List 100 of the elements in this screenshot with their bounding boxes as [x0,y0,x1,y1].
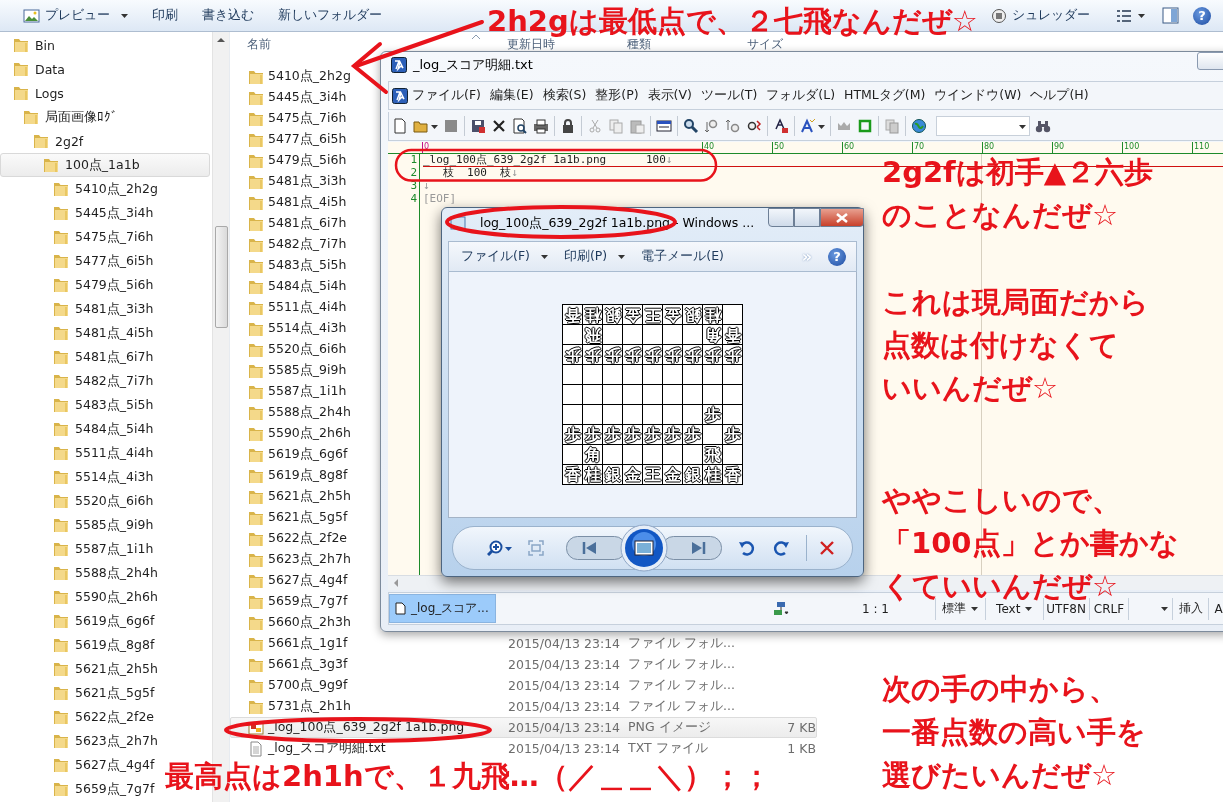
binoculars-icon[interactable] [1035,118,1051,134]
print-preview-icon[interactable] [512,118,528,134]
printer-icon[interactable] [533,118,549,134]
tree-item[interactable]: 5481点_6i7h [0,345,161,369]
maximize-button[interactable] [794,208,821,227]
menu-item[interactable]: 印刷(P) [557,248,632,265]
find-up-icon[interactable] [725,118,741,134]
tree-item[interactable]: 5587点_1i1h [0,537,161,561]
file-row[interactable]: 5700点_9g9f 2015/04/13 23:14 ファイル フォル... [230,675,817,696]
column-header[interactable]: 種類 [627,37,747,51]
lock-icon[interactable] [560,118,576,134]
tree-item[interactable]: 5481点_3i3h [0,297,161,321]
toolbar-button[interactable]: 書き込む [193,4,263,27]
globe-icon[interactable] [911,118,927,134]
tree-item[interactable]: 5410点_2h2g [0,177,165,201]
text-color-icon[interactable] [773,118,789,134]
file-row[interactable]: 5481点_3i3h [230,171,378,192]
file-row[interactable]: 5619点_6g6f [230,444,378,465]
file-row[interactable]: 5619点_8g8f [230,465,378,486]
menu-item[interactable]: ウインドウ(W) [930,87,1027,104]
tree-item[interactable]: 5511点_4i4h [0,441,161,465]
file-row[interactable]: 5520点_6i6h [230,339,378,360]
tree-item[interactable]: 5445点_3i4h [0,201,161,225]
toolbar-button[interactable]: 印刷 [143,4,187,27]
column-header[interactable]: 更新日時 [507,37,627,51]
delete-icon[interactable] [819,540,835,556]
file-row[interactable]: 5731点_2h1h 2015/04/13 23:14 ファイル フォル... [230,696,817,717]
menu-item[interactable]: 表示(V) [643,87,697,104]
app-icon[interactable] [392,87,408,104]
tree-item[interactable]: 5590点_2h6h [0,585,165,609]
file-row[interactable]: 5482点_7i7h [230,234,378,255]
tree-item[interactable]: 5475点_7i6h [0,225,161,249]
file-row[interactable]: 5660点_2h3h [230,612,378,633]
menu-item[interactable]: 検索(S) [538,87,592,104]
file-row[interactable]: 5481点_6i7h [230,213,378,234]
menu-item[interactable]: 整形(P) [591,87,644,104]
tree-item[interactable]: 5627点_4g4f [0,753,162,777]
file-row[interactable]: 5587点_1i1h [230,381,378,402]
file-row[interactable]: 5511点_4i4h [230,297,378,318]
column-header[interactable]: 名前 [230,37,507,51]
toolbar-button[interactable]: プレビュー [14,4,137,27]
close-button[interactable] [820,208,865,227]
clipboard-icon[interactable] [629,118,645,134]
tree-item[interactable]: 2g2f [0,129,91,153]
file-row[interactable]: 5483点_5i5h [230,255,378,276]
tree-item[interactable]: 5621点_5g5f [0,681,162,705]
tree-item[interactable]: 5621点_2h5h [0,657,165,681]
file-row[interactable]: 5514点_4i3h [230,318,378,339]
help-button[interactable]: ? [828,247,846,266]
caret-icon[interactable] [818,122,825,130]
file-row[interactable]: 5661点_1g1f 2015/04/13 23:14 ファイル フォル... [230,633,817,654]
outlined-square-icon[interactable] [857,118,873,134]
status-field[interactable]: 挿入 [1172,597,1209,620]
tree-item[interactable]: 5481点_4i5h [0,321,161,345]
file-row[interactable]: 5410点_2h2g [230,66,378,87]
network-icon[interactable] [771,600,790,617]
file-row[interactable]: 5479点_5i6h [230,150,378,171]
toolbar-button[interactable]: 新しいフォルダー [269,4,391,27]
file-row[interactable]: 5588点_2h4h [230,402,378,423]
file-row[interactable]: 5627点_4g4f [230,570,378,591]
tree-item[interactable]: 5477点_6i5h [0,249,161,273]
tree-item[interactable]: 5622点_2f2e [0,705,162,729]
tree-item[interactable]: 5619点_8g8f [0,633,162,657]
menu-item[interactable]: フォルダ(L) [762,87,841,104]
menu-item[interactable]: HTMLタグ(M) [840,87,931,104]
open-folder-icon[interactable] [413,118,429,134]
tree-item[interactable]: 5514点_4i3h [0,465,161,489]
tree-item[interactable]: 5520点_6i6h [0,489,161,513]
column-header[interactable]: サイズ [747,37,815,51]
file-row[interactable]: 5622点_2f2e [230,528,378,549]
tree-item[interactable]: 5479点_5i6h [0,273,161,297]
tree-item[interactable]: 5482点_7i7h [0,369,161,393]
tree-item[interactable]: 5659点_7g7f [0,777,162,801]
search-combo-field[interactable] [936,116,1030,136]
zoom-button[interactable] [487,540,512,556]
tree-item[interactable]: 局面画像ﾛｸﾞ [0,105,125,129]
help-button[interactable]: ? [1193,6,1211,25]
tree-item[interactable]: 5623点_2h7h [0,729,165,753]
status-field[interactable]: A [1208,597,1223,620]
menu-item[interactable]: ヘルプ(H) [1026,87,1094,104]
scrollbar-thumb[interactable] [214,226,228,328]
tree-item[interactable]: 100点_1a1b [0,153,210,177]
save-icon[interactable] [470,118,486,134]
file-row[interactable]: 5477点_6i5h [230,129,378,150]
caret-icon[interactable] [431,122,438,130]
cross-icon[interactable] [491,118,507,134]
window-icon[interactable] [656,118,672,134]
new-document-icon[interactable] [392,118,408,134]
tree-item[interactable]: 5484点_5i4h [0,417,161,441]
menu-item[interactable]: 編集(E) [485,87,539,104]
file-row[interactable]: 5590点_2h6h [230,423,378,444]
minimize-button[interactable] [768,208,795,227]
shredder-button[interactable]: シュレッダー [982,4,1099,27]
tree-item[interactable]: Bin [0,33,62,57]
minimize-button[interactable] [1197,52,1223,70]
menu-item[interactable]: ファイル(F) [408,87,486,104]
file-row[interactable]: 5481点_4i5h [230,192,378,213]
status-field[interactable]: CRLF [1088,597,1129,620]
file-row[interactable]: 5623点_2h7h [230,549,378,570]
document-tab[interactable]: _log_スコア... [389,594,496,623]
